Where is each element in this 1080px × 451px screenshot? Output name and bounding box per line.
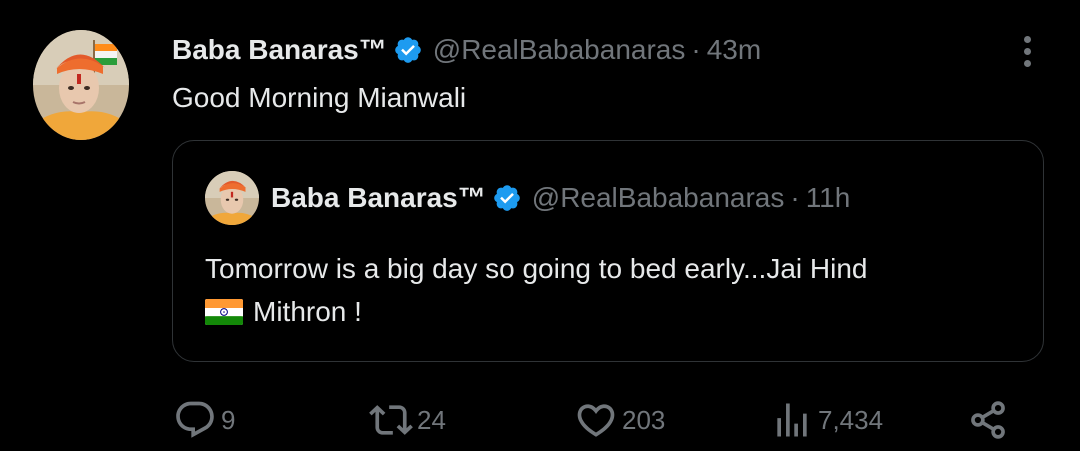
- share-icon: [971, 401, 1005, 439]
- retweet-button[interactable]: 24: [369, 392, 446, 448]
- quoted-tweet-text: Tomorrow is a big day so going to bed ea…: [205, 247, 1025, 333]
- india-flag-icon: [205, 294, 243, 325]
- quoted-author-handle[interactable]: @RealBababanaras: [532, 182, 785, 214]
- retweet-count: 24: [417, 404, 446, 435]
- quoted-text-line-2-content: Mithron !: [253, 296, 362, 327]
- tweet-time[interactable]: 43m: [707, 34, 761, 66]
- quoted-text-line-1: Tomorrow is a big day so going to bed ea…: [205, 253, 868, 284]
- author-name[interactable]: Baba Banaras™: [172, 34, 387, 66]
- heart-icon: [577, 404, 615, 437]
- quoted-author-avatar[interactable]: [205, 171, 259, 225]
- reply-icon: [176, 401, 214, 438]
- quoted-tweet-time[interactable]: 11h: [806, 182, 851, 214]
- quoted-text-line-2: Mithron !: [205, 290, 1025, 333]
- tweet-text: Good Morning Mianwali: [172, 82, 467, 113]
- tweet[interactable]: Baba Banaras™ @RealBababanaras · 43m Goo…: [0, 0, 1080, 451]
- avatar-image: [33, 30, 129, 140]
- avatar-image: [205, 171, 259, 225]
- quoted-tweet[interactable]: Baba Banaras™ @RealBababanaras · 11h Tom…: [172, 140, 1044, 362]
- retweet-icon: [369, 405, 413, 435]
- views-icon: [777, 403, 807, 437]
- quoted-author-name[interactable]: Baba Banaras™: [271, 182, 486, 214]
- author-handle[interactable]: @RealBababanaras: [433, 34, 686, 66]
- action-bar: 9 24 203 7,434: [0, 392, 1080, 448]
- verified-badge-icon: [492, 183, 522, 213]
- reply-button[interactable]: 9: [173, 392, 235, 448]
- reply-count: 9: [221, 404, 236, 435]
- views-count: 7,434: [818, 404, 884, 435]
- more-options-icon[interactable]: [1021, 36, 1033, 70]
- views-button[interactable]: 7,434: [770, 392, 883, 448]
- tweet-header: Baba Banaras™ @RealBababanaras · 43m: [172, 30, 761, 70]
- quoted-tweet-header: Baba Banaras™ @RealBababanaras · 11h: [271, 178, 850, 218]
- author-avatar[interactable]: [33, 30, 129, 140]
- verified-badge-icon: [393, 35, 423, 65]
- share-button[interactable]: [966, 392, 1014, 448]
- separator-dot: ·: [691, 34, 701, 65]
- separator-dot: ·: [790, 182, 800, 213]
- like-button[interactable]: 203: [574, 392, 665, 448]
- like-count: 203: [622, 404, 666, 435]
